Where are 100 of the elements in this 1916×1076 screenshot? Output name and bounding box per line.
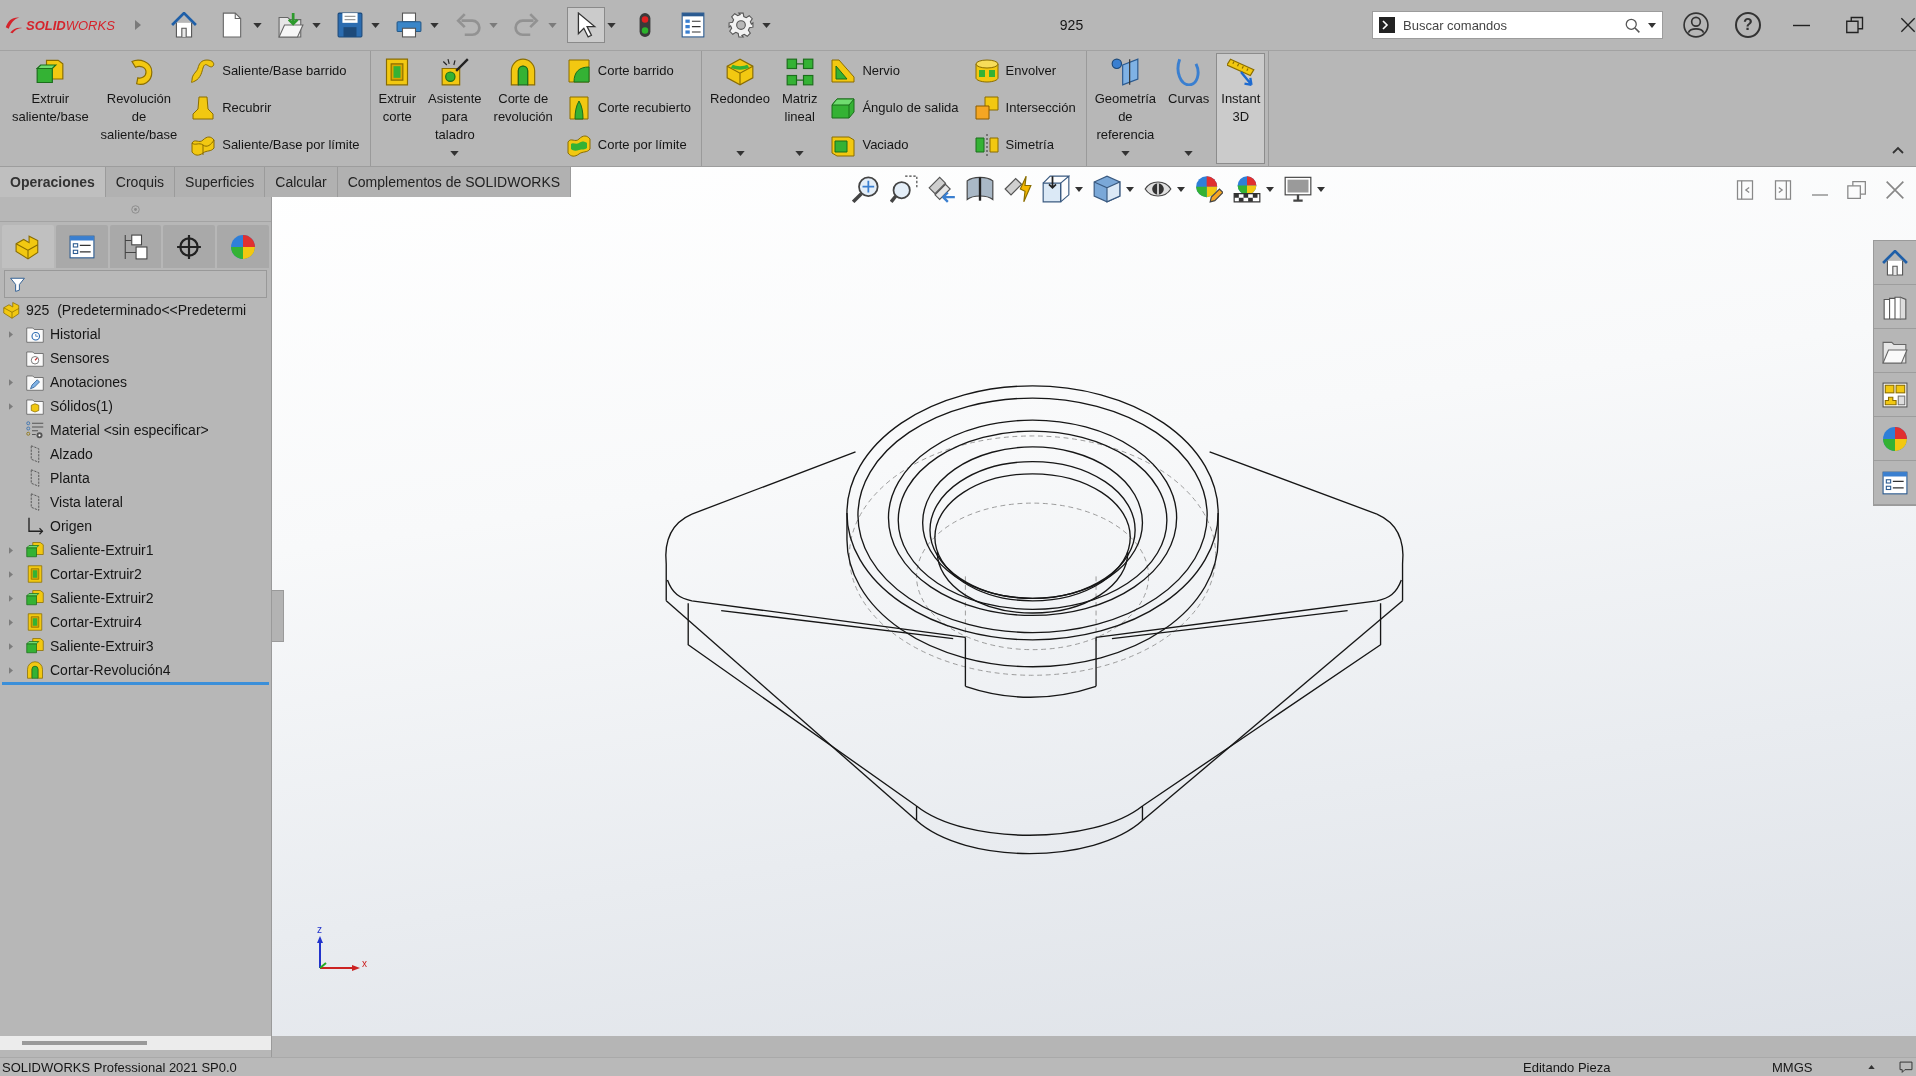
- squares-grid-icon: [785, 58, 814, 86]
- command-tab[interactable]: Superficies: [175, 167, 266, 197]
- chat-bubble-icon[interactable]: [1899, 1060, 1913, 1074]
- search-icon[interactable]: [1625, 17, 1640, 33]
- help-button[interactable]: ?: [1735, 12, 1761, 38]
- tree-item[interactable]: Saliente-Extruir2: [50, 590, 154, 606]
- panel-collapse-handle[interactable]: [272, 590, 284, 642]
- search-input[interactable]: Buscar comandos: [1403, 14, 1617, 36]
- tree-item[interactable]: Cortar-Extruir4: [50, 614, 142, 630]
- plane-point-icon: [1111, 58, 1140, 86]
- ribbon-button[interactable]: Extruir corte: [373, 53, 422, 164]
- ribbon-button[interactable]: Vaciado: [827, 126, 963, 163]
- ribbon-button[interactable]: Instant 3D: [1216, 53, 1266, 164]
- caret-icon[interactable]: [1648, 22, 1656, 28]
- ribbon-button[interactable]: Saliente/Base barrido: [187, 52, 364, 89]
- quartered-circle-checker-icon[interactable]: [1233, 175, 1261, 203]
- filter-field[interactable]: [4, 270, 267, 298]
- toolbar-button[interactable]: [567, 7, 605, 43]
- ribbon-button[interactable]: Corte barrido: [562, 52, 696, 89]
- ruler-icon: [1226, 58, 1255, 86]
- shaded-cube-icon[interactable]: [1093, 175, 1121, 203]
- caret-icon[interactable]: [371, 22, 380, 28]
- tapered-block-icon: [831, 95, 856, 120]
- search-field[interactable]: Buscar comandos: [1372, 11, 1663, 39]
- tilted-slabs-arrow-icon[interactable]: [928, 175, 956, 203]
- magnifier-dashed-corner-icon[interactable]: [890, 175, 918, 203]
- command-tab[interactable]: Complementos de SOLIDWORKS: [337, 167, 572, 197]
- caret-icon[interactable]: [1126, 186, 1134, 192]
- ribbon-button[interactable]: Recubrir: [187, 89, 364, 126]
- wand-block-icon: [440, 58, 469, 86]
- ribbon-button[interactable]: Matriz lineal: [777, 53, 823, 164]
- caret-icon[interactable]: [1317, 186, 1325, 192]
- caret-icon[interactable]: [253, 22, 262, 28]
- ribbon-button[interactable]: Intersección: [970, 89, 1080, 126]
- tree-item[interactable]: Material <sin especificar>: [50, 422, 209, 438]
- magnifier-plus-icon[interactable]: [852, 175, 880, 203]
- ribbon-button[interactable]: Redondeo: [705, 53, 776, 164]
- folder-gauge-icon: [26, 349, 44, 367]
- cube-arrow-icon[interactable]: [1042, 175, 1070, 203]
- caret-icon[interactable]: [1868, 1065, 1875, 1069]
- user-icon[interactable]: [1683, 12, 1709, 38]
- pane-left-icon[interactable]: [1735, 180, 1755, 200]
- ribbon-button[interactable]: Corte de revolución: [488, 53, 558, 164]
- tree-item[interactable]: Saliente-Extruir3: [50, 638, 154, 654]
- ribbon-button[interactable]: Extruir saliente/base: [7, 53, 94, 164]
- rounded-block-icon: [726, 58, 755, 86]
- ribbon-button[interactable]: Corte por límite: [562, 126, 696, 163]
- caret-icon[interactable]: [762, 22, 771, 28]
- horizontal-scrollbar[interactable]: [0, 1036, 271, 1050]
- ring-dot-icon[interactable]: [131, 204, 140, 214]
- tree-item[interactable]: Historial: [50, 326, 101, 342]
- command-tab[interactable]: Croquis: [105, 167, 176, 197]
- overlapping-cubes-icon: [974, 95, 999, 120]
- panel-tab[interactable]: [109, 225, 162, 268]
- command-tab[interactable]: Calcular: [265, 167, 338, 197]
- tree-item[interactable]: Alzado: [50, 446, 93, 462]
- chevron-up-icon[interactable]: [1892, 146, 1904, 154]
- minimize-icon[interactable]: [1793, 23, 1810, 27]
- ribbon-button[interactable]: Curvas: [1163, 53, 1215, 164]
- curved-cut-block-icon: [566, 58, 591, 83]
- caret-icon[interactable]: [1177, 186, 1185, 192]
- tree-item[interactable]: 925 (Predeterminado<<Predetermi: [26, 302, 247, 318]
- tree-item[interactable]: Cortar-Extruir2: [50, 566, 142, 582]
- tree-item[interactable]: Planta: [50, 470, 90, 486]
- ribbon-button[interactable]: Saliente/Base por límite: [187, 126, 364, 163]
- ribbon-button[interactable]: Simetría: [970, 126, 1080, 163]
- pane-right-icon[interactable]: [1773, 180, 1793, 200]
- tree-item[interactable]: Vista lateral: [50, 494, 123, 510]
- list-gear-icon: [26, 421, 44, 439]
- caret-icon[interactable]: [1266, 186, 1274, 192]
- units-selector[interactable]: MMGS: [1772, 1059, 1868, 1075]
- quartered-circle-pencil-icon[interactable]: [1195, 175, 1223, 203]
- command-tab[interactable]: Operaciones: [0, 167, 106, 197]
- monitor-icon[interactable]: [1284, 175, 1312, 203]
- ribbon-button[interactable]: Asistente para taladro: [423, 53, 487, 164]
- ribbon-button[interactable]: Geometría de referencia: [1089, 53, 1162, 164]
- caret-icon[interactable]: [1075, 186, 1083, 192]
- ribbon-button[interactable]: Revolución de saliente/base: [95, 53, 183, 164]
- ribbon-button[interactable]: Ángulo de salida: [827, 89, 963, 126]
- tree-item[interactable]: Anotaciones: [50, 374, 128, 390]
- tree-item[interactable]: Origen: [50, 518, 93, 534]
- tree-item[interactable]: Cortar-Revolución4: [50, 662, 171, 678]
- restore-icon[interactable]: [1846, 16, 1864, 34]
- slab-lightning-icon[interactable]: [1004, 175, 1032, 203]
- tree-item[interactable]: Sensores: [50, 350, 110, 366]
- tree-item[interactable]: Sólidos(1): [50, 398, 114, 414]
- tree-item[interactable]: Saliente-Extruir1: [50, 542, 154, 558]
- caret-icon[interactable]: [312, 22, 321, 28]
- panel-tab[interactable]: [55, 225, 108, 268]
- open-book-icon[interactable]: [966, 175, 994, 203]
- caret-icon[interactable]: [430, 22, 439, 28]
- close-icon[interactable]: [1900, 17, 1916, 33]
- ribbon-button[interactable]: Corte recubierto: [562, 89, 696, 126]
- caret-icon[interactable]: [607, 22, 616, 28]
- ribbon-button[interactable]: Nervio: [827, 52, 963, 89]
- ribbon-button[interactable]: Envolver: [970, 52, 1080, 89]
- frame-icon: [26, 565, 44, 583]
- scrollbar-thumb[interactable]: [22, 1041, 147, 1045]
- slotted-block-icon: [566, 95, 591, 120]
- panel-tab[interactable]: [163, 225, 216, 268]
